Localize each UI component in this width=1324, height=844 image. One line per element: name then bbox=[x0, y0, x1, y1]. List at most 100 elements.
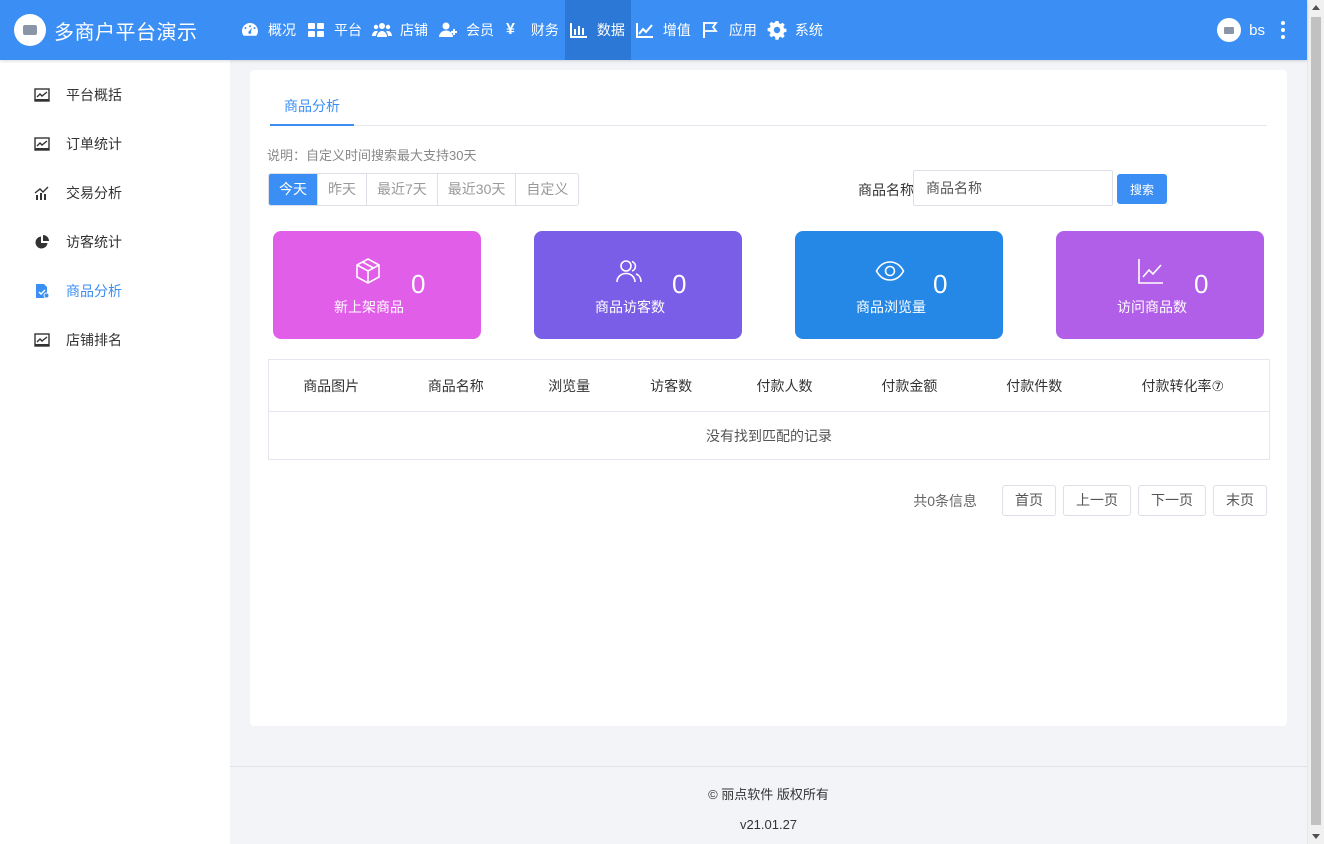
stats-row: 新上架商品 0 商品访客数 0 商品浏览量 0 访问商品数 0 bbox=[273, 231, 1265, 339]
goods-table: 商品图片 商品名称 浏览量 访客数 付款人数 付款金额 付款件数 付款转化率⑦ … bbox=[268, 359, 1270, 460]
sidebar-item-label: 交易分析 bbox=[66, 184, 122, 201]
sidebar-item-visitor-stats[interactable]: 访客统计 bbox=[0, 217, 230, 266]
stat-label: 新上架商品 bbox=[334, 299, 404, 315]
column-header[interactable]: 访客数 bbox=[620, 359, 723, 412]
nav-label: 店铺 bbox=[400, 22, 428, 38]
next-page-button[interactable]: 下一页 bbox=[1138, 485, 1206, 516]
nav-item-members[interactable]: 会员 bbox=[434, 0, 500, 60]
stat-card-goods-views: 商品浏览量 0 bbox=[795, 231, 1003, 339]
stat-value: 0 bbox=[411, 269, 426, 299]
nav-item-platform[interactable]: 平台 bbox=[302, 0, 368, 60]
column-header[interactable]: 付款人数 bbox=[722, 359, 847, 412]
nav-item-apps[interactable]: 应用 bbox=[697, 0, 763, 60]
range-30days-button[interactable]: 最近30天 bbox=[437, 174, 517, 205]
line-chart-icon bbox=[635, 23, 653, 38]
gear-icon bbox=[767, 21, 787, 40]
nav-label: 财务 bbox=[530, 22, 559, 38]
last-page-button[interactable]: 末页 bbox=[1213, 485, 1267, 516]
user-menu: bs bbox=[1217, 18, 1307, 42]
prev-page-button[interactable]: 上一页 bbox=[1063, 485, 1131, 516]
range-yesterday-button[interactable]: 昨天 bbox=[318, 174, 367, 205]
stat-label: 商品访客数 bbox=[595, 299, 665, 315]
nav-label: 平台 bbox=[334, 22, 362, 38]
range-today-button[interactable]: 今天 bbox=[269, 174, 318, 205]
stat-label: 访问商品数 bbox=[1117, 299, 1187, 315]
trend-chart-icon bbox=[34, 186, 49, 200]
sidebar-item-label: 商品分析 bbox=[66, 282, 122, 299]
goods-chart-icon bbox=[36, 283, 50, 298]
total-count: 共0条信息 bbox=[913, 492, 977, 509]
dashboard-icon bbox=[242, 23, 258, 36]
first-page-button[interactable]: 首页 bbox=[1002, 485, 1056, 516]
flag-icon bbox=[702, 22, 718, 38]
tab-bar: 商品分析 bbox=[270, 88, 1267, 126]
sidebar-item-order-stats[interactable]: 订单统计 bbox=[0, 119, 230, 168]
nav-label: 概况 bbox=[268, 22, 296, 38]
bar-chart-icon bbox=[569, 23, 587, 38]
user-plus-icon bbox=[439, 22, 457, 37]
scroll-up-icon[interactable] bbox=[1312, 5, 1320, 10]
table-header-row: 商品图片 商品名称 浏览量 访客数 付款人数 付款金额 付款件数 付款转化率⑦ bbox=[268, 359, 1270, 412]
line-chart-icon bbox=[1138, 259, 1163, 284]
range-7days-button[interactable]: 最近7天 bbox=[367, 174, 438, 205]
column-header[interactable]: 付款转化率⑦ bbox=[1096, 359, 1270, 412]
nav-label: 会员 bbox=[466, 22, 494, 38]
top-navbar: 多商户平台演示 概况 平台 店铺 会员 ¥ 财务 数据 增值 应用 系统 bs bbox=[0, 0, 1307, 60]
line-chart-icon bbox=[34, 136, 50, 151]
brand-logo bbox=[14, 14, 46, 46]
box-icon bbox=[356, 258, 380, 284]
stat-value: 0 bbox=[672, 269, 687, 299]
sidebar: 平台概括 订单统计 交易分析 访客统计 商品分析 店铺排名 bbox=[0, 60, 230, 844]
main-nav: 概况 平台 店铺 会员 ¥ 财务 数据 增值 应用 系统 bbox=[236, 0, 829, 60]
nav-label: 数据 bbox=[596, 22, 625, 38]
sidebar-item-goods-analysis[interactable]: 商品分析 bbox=[0, 266, 230, 315]
users-icon bbox=[616, 260, 642, 283]
nav-item-system[interactable]: 系统 bbox=[763, 0, 829, 60]
sidebar-item-trade-analysis[interactable]: 交易分析 bbox=[0, 168, 230, 217]
stat-value: 0 bbox=[1194, 269, 1209, 299]
scrollbar-thumb[interactable] bbox=[1311, 17, 1321, 825]
copyright: © 丽点软件 版权所有 bbox=[708, 787, 829, 802]
column-header[interactable]: 浏览量 bbox=[518, 359, 621, 412]
column-header[interactable]: 商品图片 bbox=[268, 359, 394, 412]
content-card: 商品分析 说明：自定义时间搜索最大支持30天 今天 昨天 最近7天 最近30天 … bbox=[250, 70, 1287, 726]
nav-item-shops[interactable]: 店铺 bbox=[368, 0, 434, 60]
sidebar-item-label: 访客统计 bbox=[66, 233, 122, 250]
line-chart-icon bbox=[34, 332, 50, 347]
vertical-scrollbar[interactable] bbox=[1307, 0, 1324, 844]
nav-item-overview[interactable]: 概况 bbox=[236, 0, 302, 60]
column-header[interactable]: 商品名称 bbox=[393, 359, 519, 412]
sidebar-item-shop-ranking[interactable]: 店铺排名 bbox=[0, 315, 230, 364]
scroll-down-icon[interactable] bbox=[1312, 834, 1320, 839]
nav-item-data[interactable]: 数据 bbox=[564, 0, 631, 60]
main-content: 商品分析 说明：自定义时间搜索最大支持30天 今天 昨天 最近7天 最近30天 … bbox=[230, 60, 1307, 844]
nav-label: 增值 bbox=[662, 22, 691, 38]
version: v21.01.27 bbox=[739, 817, 798, 832]
line-chart-icon bbox=[34, 87, 50, 102]
stat-value: 0 bbox=[933, 269, 948, 299]
nav-label: 应用 bbox=[728, 22, 757, 38]
sidebar-item-label: 店铺排名 bbox=[66, 331, 122, 348]
sidebar-item-label: 平台概括 bbox=[66, 86, 122, 103]
empty-message: 没有找到匹配的记录 bbox=[706, 427, 832, 444]
avatar[interactable] bbox=[1217, 18, 1242, 42]
pagination: 共0条信息 首页 上一页 下一页 末页 bbox=[913, 485, 1267, 516]
column-header[interactable]: 付款件数 bbox=[971, 359, 1097, 412]
nav-item-value-added[interactable]: 增值 bbox=[631, 0, 697, 60]
more-vertical-icon[interactable] bbox=[1281, 21, 1285, 39]
search-label: 商品名称 bbox=[858, 182, 914, 198]
sidebar-item-platform-overview[interactable]: 平台概括 bbox=[0, 70, 230, 119]
yen-icon: ¥ bbox=[506, 21, 515, 38]
search-button[interactable]: 搜索 bbox=[1117, 174, 1167, 204]
nav-item-finance[interactable]: ¥ 财务 bbox=[500, 0, 565, 60]
tab-goods-analysis[interactable]: 商品分析 bbox=[270, 88, 354, 126]
users-group-icon bbox=[372, 23, 392, 37]
stat-card-visited-goods: 访问商品数 0 bbox=[1056, 231, 1264, 339]
brand[interactable]: 多商户平台演示 bbox=[0, 0, 230, 60]
hint-text: 说明：自定义时间搜索最大支持30天 bbox=[267, 148, 477, 163]
user-name[interactable]: bs bbox=[1249, 22, 1265, 39]
column-header[interactable]: 付款金额 bbox=[846, 359, 972, 412]
goods-name-input[interactable] bbox=[913, 170, 1113, 206]
range-custom-button[interactable]: 自定义 bbox=[516, 174, 579, 205]
stat-label: 商品浏览量 bbox=[856, 299, 926, 315]
